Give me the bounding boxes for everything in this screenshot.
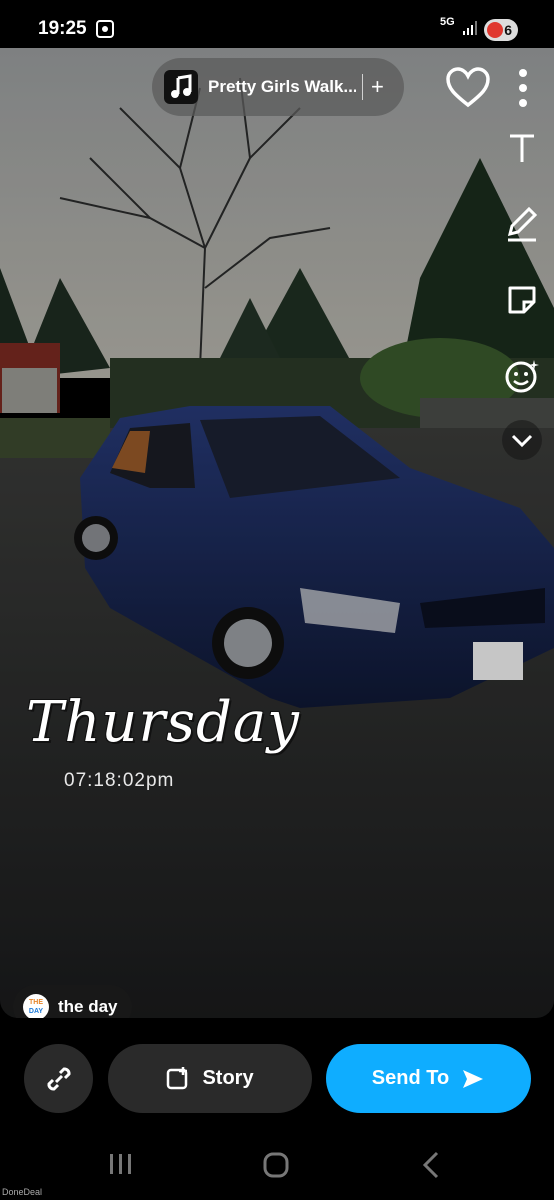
story-label: Story (202, 1067, 254, 1089)
day-sticker[interactable]: Thursday (26, 690, 300, 755)
music-divider (362, 74, 363, 100)
network-type: 5G (440, 16, 455, 28)
text-icon[interactable] (502, 128, 542, 168)
send-to-label: Send To (371, 1067, 450, 1089)
watermark: DoneDeal (2, 1187, 43, 1197)
the-day-label: the day (58, 997, 118, 1016)
logo-bottom-text: DAY (28, 1008, 44, 1015)
send-to-button[interactable]: Send To (326, 1044, 531, 1113)
music-note-icon (164, 70, 198, 104)
music-pill[interactable]: Pretty Girls Walk... + (152, 58, 404, 116)
chevron-down-icon[interactable] (502, 420, 542, 460)
battery-indicator: 6 (484, 19, 518, 41)
battery-saver-icon (487, 22, 503, 38)
status-time: 19:25 (38, 18, 87, 39)
music-title: Pretty Girls Walk... (208, 77, 356, 96)
sticker-icon[interactable] (502, 280, 542, 320)
snap-photo[interactable] (0, 48, 554, 1018)
send-arrow-icon (463, 1069, 484, 1088)
heart-icon[interactable] (444, 64, 492, 112)
more-options-icon[interactable] (512, 66, 534, 110)
link-button[interactable] (24, 1044, 93, 1113)
back-icon[interactable] (420, 1150, 442, 1180)
screenshot-icon (96, 20, 114, 38)
signal-icon (463, 21, 477, 35)
logo-top-text: THE (29, 999, 43, 1006)
car-photo (0, 48, 554, 1018)
recent-apps-icon[interactable] (108, 1152, 134, 1176)
add-story-icon (167, 1066, 188, 1089)
home-icon[interactable] (262, 1151, 290, 1179)
time-sticker: 07:18:02pm (64, 770, 175, 791)
lens-icon[interactable] (502, 356, 542, 396)
battery-level: 6 (504, 22, 512, 38)
the-day-logo: THE DAY (23, 994, 49, 1020)
add-music-button[interactable]: + (371, 74, 384, 100)
story-button[interactable]: Story (108, 1044, 312, 1113)
status-bar: 19:25 5G 6 (0, 0, 554, 48)
link-icon (47, 1067, 70, 1090)
pencil-icon[interactable] (502, 204, 542, 244)
